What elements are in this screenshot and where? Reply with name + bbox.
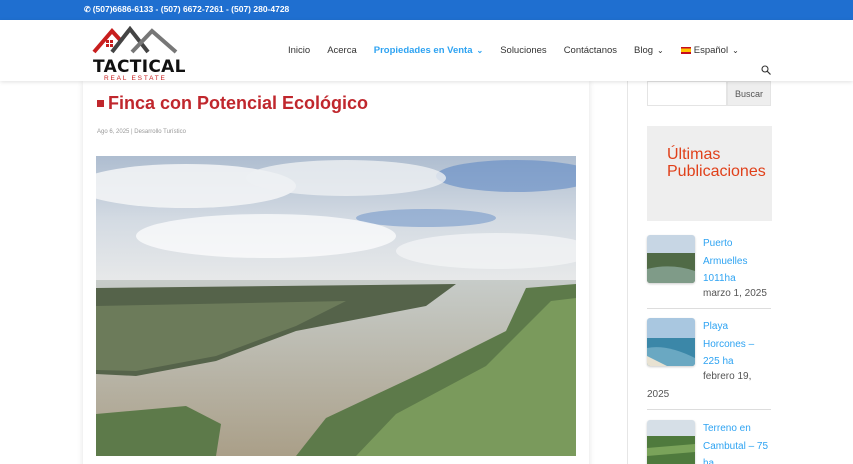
- recent-post-title-line[interactable]: Puerto: [703, 235, 775, 253]
- recent-post-title-line[interactable]: Horcones –: [703, 336, 775, 354]
- phone-icon: ✆: [84, 4, 91, 14]
- spain-flag-icon: [680, 47, 691, 54]
- recent-posts-header: Últimas Publicaciones: [647, 126, 772, 221]
- post-article: Finca con Potencial Ecológico Ago 6, 202…: [83, 81, 589, 464]
- chevron-down-icon: ⌄: [476, 46, 484, 55]
- phone-text: (507)6686-6133 - (507) 6672-7261 - (507)…: [92, 4, 290, 14]
- sidebar-search-button[interactable]: Buscar: [727, 81, 771, 106]
- phone-numbers[interactable]: ✆ (507)6686-6133 - (507) 6672-7261 - (50…: [84, 4, 289, 14]
- recent-post-title-line[interactable]: Armuelles: [703, 253, 775, 271]
- recent-post-item[interactable]: Terreno en Cambutal – 75 ha: [647, 420, 772, 464]
- recent-post-title-line[interactable]: Cambutal – 75: [703, 438, 775, 456]
- recent-post-separator: [647, 409, 771, 410]
- recent-post-title-line[interactable]: ha: [703, 455, 775, 464]
- recent-post-date: marzo 1, 2025: [703, 288, 767, 299]
- recent-post-title-line[interactable]: Playa: [703, 318, 775, 336]
- recent-post-item[interactable]: Playa Horcones – 225 ha febrero 19, 2025: [647, 318, 772, 413]
- featured-image: [96, 156, 576, 456]
- search-icon[interactable]: [761, 65, 771, 75]
- recent-post-date: febrero 19,: [703, 371, 752, 382]
- chevron-down-icon: ⌄: [732, 46, 739, 55]
- nav-language[interactable]: Español ⌄: [680, 45, 739, 56]
- recent-post-date: 2025: [647, 389, 670, 400]
- post-title[interactable]: Finca con Potencial Ecológico: [97, 93, 368, 114]
- title-bullet: [97, 100, 104, 107]
- logo-name: TACTICAL: [93, 57, 186, 77]
- top-bar: ✆ (507)6686-6133 - (507) 6672-7261 - (50…: [0, 0, 853, 20]
- nav-inicio[interactable]: Inicio: [288, 45, 310, 56]
- sidebar-search-input[interactable]: [647, 81, 727, 106]
- recent-posts-title: Últimas Publicaciones: [667, 146, 766, 180]
- recent-post-item[interactable]: Puerto Armuelles 1011ha marzo 1, 2025: [647, 235, 772, 310]
- site-header: TACTICAL REAL ESTATE Inicio Acerca Propi…: [0, 20, 853, 82]
- post-meta: Ago 6, 2025 | Desarrollo Turístico: [97, 129, 186, 135]
- logo-house-icon: [92, 26, 178, 54]
- nav-blog[interactable]: Blog ⌄: [634, 45, 664, 56]
- main-nav: Inicio Acerca Propiedades en Venta ⌄ Solu…: [288, 45, 756, 56]
- sidebar-divider: [627, 81, 628, 464]
- recent-post-title-line[interactable]: Terreno en: [703, 420, 775, 438]
- nav-acerca[interactable]: Acerca: [327, 45, 357, 56]
- post-thumbnail[interactable]: [647, 235, 695, 283]
- nav-contactanos[interactable]: Contáctanos: [564, 45, 617, 56]
- recent-post-separator: [647, 308, 771, 309]
- site-logo[interactable]: TACTICAL REAL ESTATE: [92, 26, 185, 82]
- post-thumbnail[interactable]: [647, 420, 695, 464]
- chevron-down-icon: ⌄: [657, 46, 664, 55]
- nav-propiedades-en-venta[interactable]: Propiedades en Venta ⌄: [374, 45, 483, 56]
- logo-tagline: REAL ESTATE: [104, 75, 167, 82]
- post-thumbnail[interactable]: [647, 318, 695, 366]
- nav-soluciones[interactable]: Soluciones: [500, 45, 546, 56]
